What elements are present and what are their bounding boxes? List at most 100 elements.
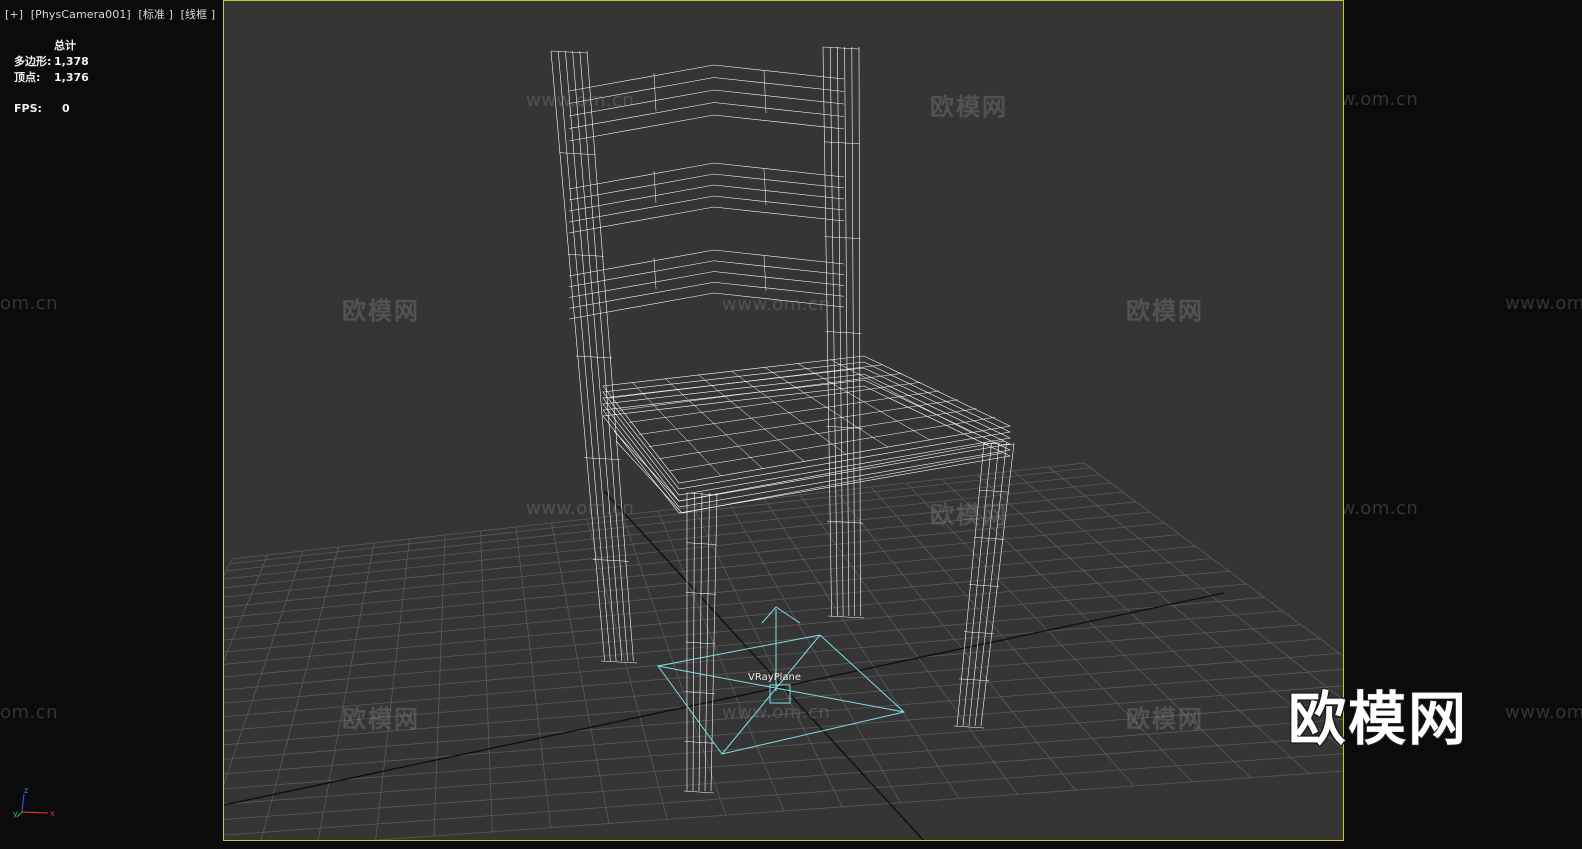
chair-back-post-right [851, 46, 855, 617]
vrayplane-outline [657, 634, 906, 755]
chair-seat [797, 363, 931, 441]
chair-back-post-left [557, 50, 611, 662]
vrayplane-label[interactable]: VRayPlane [748, 672, 801, 683]
grid-line [224, 583, 1247, 678]
vertices-label: 顶点: [14, 71, 41, 84]
grid-line [224, 718, 1343, 805]
stats-header: 总计 [54, 39, 76, 52]
chair-front-leg-left [683, 790, 715, 794]
chair-back-slat [763, 70, 767, 114]
wireframe-scene[interactable] [224, 1, 1344, 841]
watermark-url: om.cn [0, 702, 59, 723]
grid-line [941, 478, 1251, 778]
chair-front-leg-left [704, 492, 710, 792]
chair-back-slat [568, 114, 845, 142]
grid-line [224, 570, 1230, 665]
chair-seat [830, 359, 973, 434]
viewport-camera-menu[interactable]: [PhysCamera001] [31, 8, 131, 21]
grid-line [870, 486, 1135, 787]
chair-front-leg-right [962, 442, 992, 727]
grid-line [224, 753, 1343, 836]
watermark-url: www.om.cn [1505, 293, 1582, 314]
grid-line [224, 736, 1343, 820]
chair-back-slat [568, 249, 845, 277]
chair-back-slat [763, 255, 767, 292]
chair-front-leg-right [968, 442, 1000, 727]
chair-seat [602, 355, 1011, 484]
chair-front-leg-left [698, 492, 703, 792]
chair-back-post-right [844, 46, 850, 617]
chair-seat [764, 367, 889, 448]
chair-back-post-right [837, 46, 844, 617]
axis-z-label: z [24, 786, 28, 795]
chair-back-post-right [825, 331, 862, 334]
chair-seat [602, 379, 1011, 508]
chair-back-post-left [559, 152, 596, 155]
chair-front-leg-right [980, 442, 1015, 727]
grid-line [480, 530, 493, 832]
grid-line [372, 770, 1343, 840]
chair-back-slat [568, 292, 845, 320]
viewport[interactable]: [+] [PhysCamera001] [标准 ] [线框 ] 总计 多边形: 1… [0, 0, 1582, 849]
chair-back-post-left [575, 355, 613, 359]
chair-back-slat [653, 257, 657, 290]
chair-seat [638, 390, 940, 435]
chair-back-slat [653, 170, 657, 204]
grid-line [224, 545, 1196, 641]
grid-line [224, 638, 1321, 732]
grid-line [224, 550, 304, 786]
vrayplane-normal-arrow [761, 606, 801, 624]
chair-back-slat [568, 173, 845, 201]
polygons-value: 1,378 [54, 55, 89, 68]
chair-back-slat [568, 162, 845, 190]
chair-back-post-right [829, 46, 838, 617]
grid-line [224, 702, 1343, 790]
fps-value: 0 [62, 102, 70, 115]
grid-line [224, 534, 1180, 630]
grid-line [224, 491, 1123, 589]
chair-back-slat [568, 281, 845, 309]
chair-seat [658, 408, 977, 459]
grid-line [224, 558, 1213, 653]
grid-line [224, 596, 1265, 691]
chair-back-post-right [822, 46, 860, 50]
grid-line [977, 474, 1310, 774]
chair-back-post-right [823, 141, 860, 145]
viewport-label-menu[interactable]: [+] [PhysCamera001] [标准 ] [线框 ] [5, 6, 219, 22]
chair-back-slat [568, 271, 845, 298]
viewport-shading-menu[interactable]: [标准 ] [138, 8, 173, 21]
viewport-plus-menu[interactable]: [+] [5, 8, 23, 21]
axis-x-label: x [50, 809, 55, 818]
chair-back-post-right [824, 236, 861, 239]
viewport-display-mode-menu[interactable]: [线框 ] [181, 8, 216, 21]
fps-label: FPS: [14, 102, 42, 115]
chair-back-slat [568, 184, 845, 212]
chair-seat [648, 399, 958, 447]
grid-line [224, 554, 268, 661]
chair-back-slat [568, 260, 845, 288]
watermark-url: om.cn [0, 293, 59, 314]
statistics-overlay: 总计 多边形: 1,378 顶点: 1,376 FPS: 0 [14, 38, 89, 117]
grid-line [224, 610, 1283, 704]
axis-y-label: y [13, 809, 18, 818]
chair-back-slat [568, 195, 845, 223]
chair-seat [602, 367, 1011, 496]
ground-grid [224, 462, 1343, 840]
watermark-url: www.om.cn [1505, 702, 1582, 723]
grid-line [433, 534, 446, 837]
grid-line [764, 498, 960, 799]
chair-back-slat [763, 168, 767, 206]
polygons-label: 多边形: [14, 55, 52, 68]
camera-safe-frame[interactable]: 欧模网 www.om.cn 欧模网 欧模网 www.om.cn 欧模网 欧模网 … [223, 0, 1344, 841]
chair-back-post-left [567, 254, 604, 257]
chair-back-slat [653, 72, 657, 112]
grid-line [1048, 466, 1343, 701]
vertices-value: 1,376 [54, 71, 89, 84]
grid-line [586, 518, 668, 820]
chair-seat [602, 373, 1011, 502]
chair-back-post-left [550, 50, 588, 54]
vrayplane-diagonal [721, 634, 821, 755]
grid-line [224, 558, 233, 577]
chair-back-slat [568, 206, 845, 234]
grid-line [728, 502, 902, 803]
